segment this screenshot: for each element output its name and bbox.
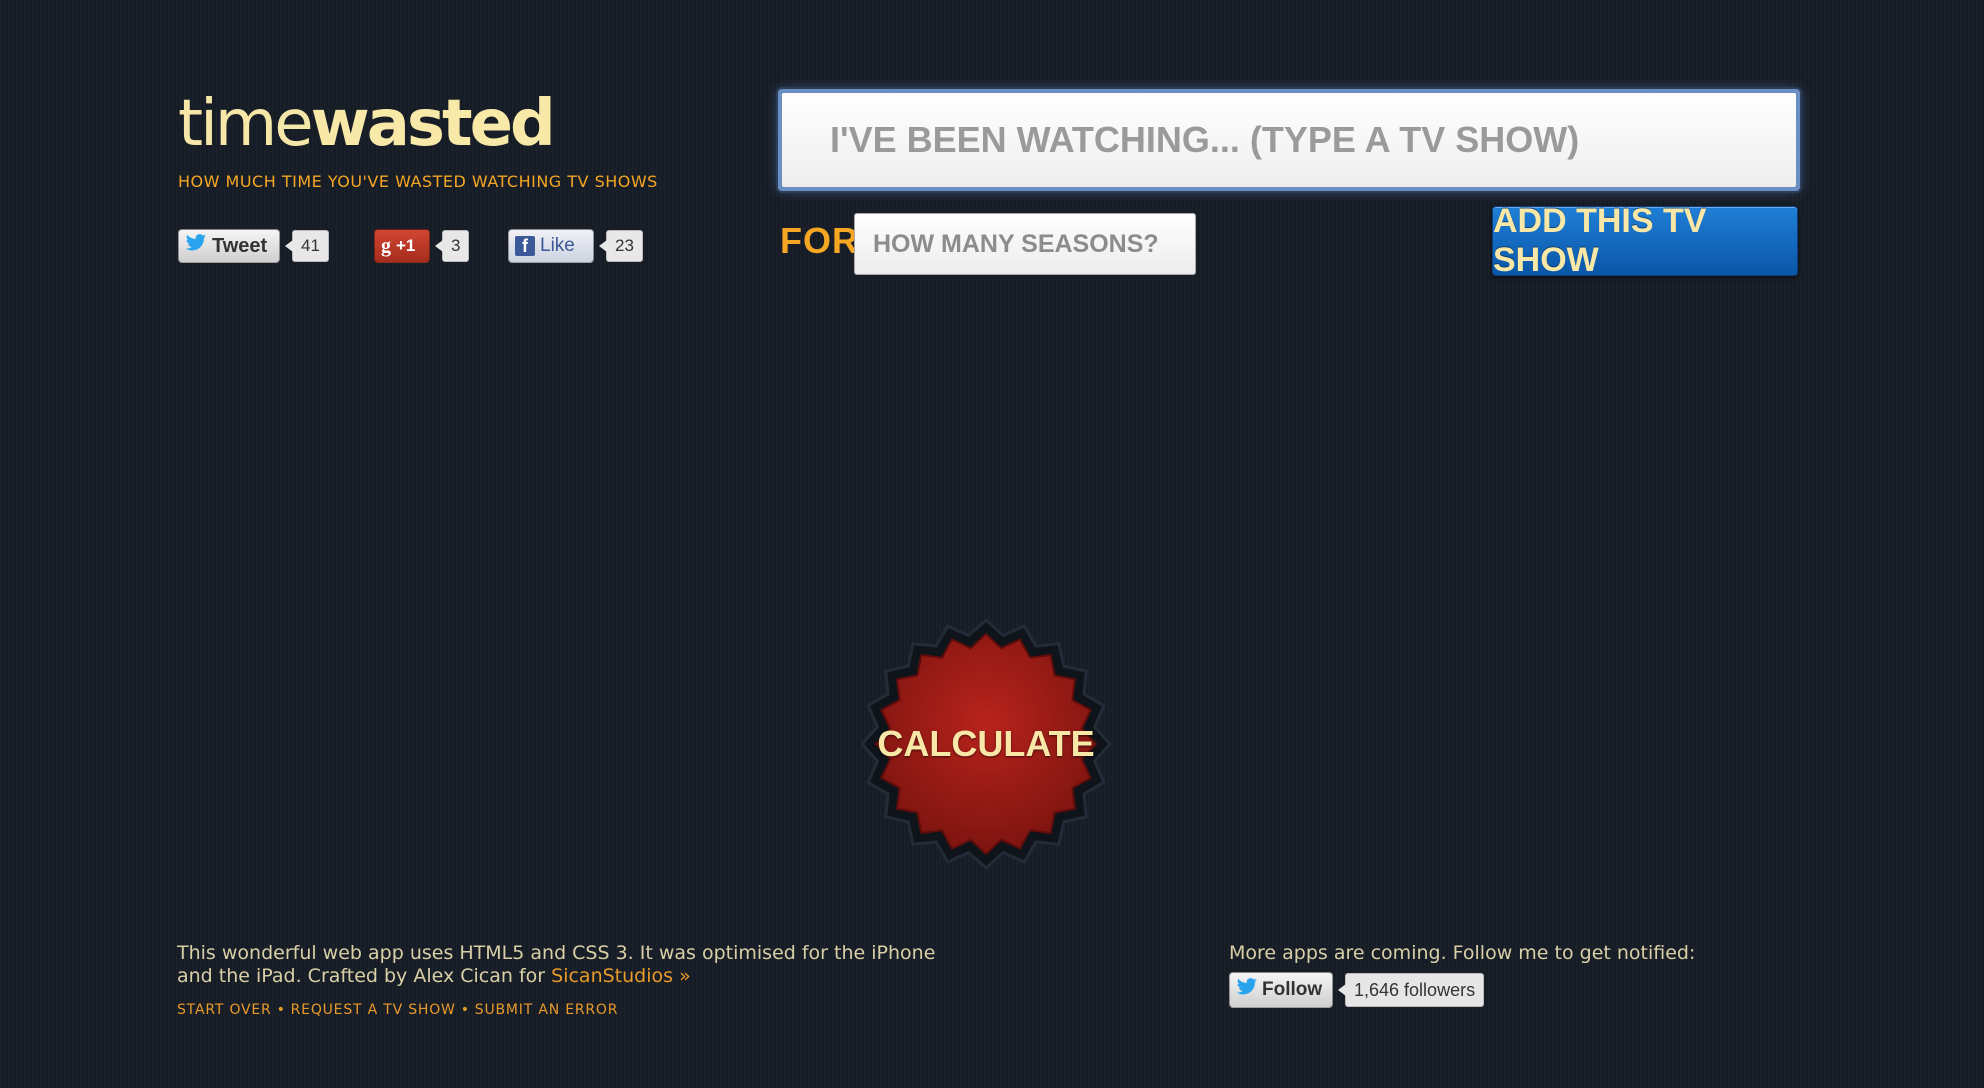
- follow-label: Follow: [1262, 979, 1323, 1000]
- logo[interactable]: timewasted: [178, 87, 556, 161]
- request-tv-show-link[interactable]: REQUEST A TV SHOW: [291, 1002, 456, 1018]
- footer-links: START OVER • REQUEST A TV SHOW • SUBMIT AN E…: [177, 1002, 618, 1018]
- gplus-widget: g +1 3: [374, 228, 470, 264]
- logo-light-text: time: [178, 87, 314, 161]
- footer-separator: •: [460, 1002, 470, 1018]
- followers-count: 1,646 followers: [1337, 973, 1485, 1007]
- tweet-count: 41: [285, 230, 329, 262]
- seasons-input[interactable]: [854, 213, 1196, 275]
- for-label: FOR: [780, 220, 859, 261]
- add-tv-show-button[interactable]: ADD THIS TV SHOW: [1492, 202, 1798, 279]
- follow-button[interactable]: Follow: [1229, 972, 1333, 1008]
- sicanstudios-link[interactable]: SicanStudios »: [551, 965, 691, 987]
- calculate-button[interactable]: CALCULATE: [860, 618, 1112, 870]
- tweet-label: Tweet: [212, 234, 268, 257]
- tv-show-input[interactable]: [782, 93, 1796, 187]
- facebook-like-widget: f Like 23: [508, 228, 643, 264]
- google-g-icon: g: [381, 234, 391, 257]
- gplus-count: 3: [434, 230, 470, 262]
- gplus-label: +1: [396, 236, 416, 255]
- like-count: 23: [599, 230, 643, 262]
- like-label: Like: [540, 235, 575, 256]
- twitter-bird-icon: [1236, 978, 1258, 1002]
- calculate-label: CALCULATE: [877, 723, 1095, 764]
- gplus-button[interactable]: g +1: [374, 229, 430, 263]
- tweet-button[interactable]: Tweet: [178, 229, 280, 263]
- twitter-follow-widget: Follow 1,646 followers: [1229, 972, 1485, 1008]
- footer-separator: •: [276, 1002, 286, 1018]
- logo-bold-text: wasted: [310, 87, 556, 161]
- twitter-bird-icon: [185, 234, 207, 258]
- facebook-icon: f: [515, 236, 535, 256]
- tagline: HOW MUCH TIME YOU'VE WASTED WATCHING TV …: [178, 172, 658, 191]
- tweet-widget: Tweet 41: [178, 228, 329, 264]
- submit-error-link[interactable]: SUBMIT AN ERROR: [475, 1002, 619, 1018]
- page: timewasted HOW MUCH TIME YOU'VE WASTED W…: [0, 0, 1984, 1088]
- footer-description: This wonderful web app uses HTML5 and CS…: [177, 942, 937, 988]
- tv-show-input-frame: [778, 89, 1800, 191]
- start-over-link[interactable]: START OVER: [177, 1002, 272, 1018]
- like-button[interactable]: f Like: [508, 229, 594, 263]
- more-apps-text: More apps are coming. Follow me to get n…: [1229, 942, 1696, 964]
